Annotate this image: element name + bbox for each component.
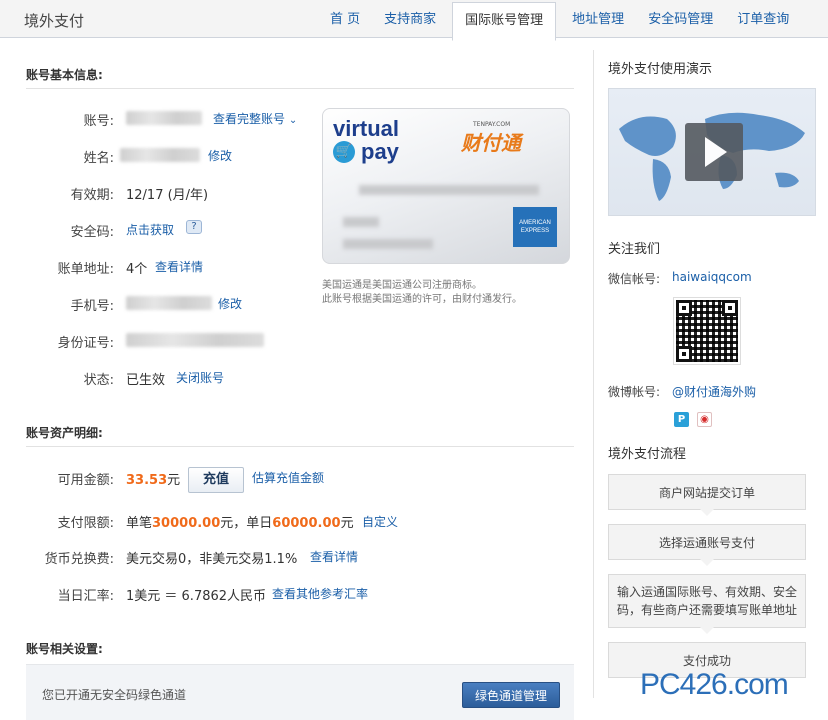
flow-title: 境外支付流程: [608, 447, 687, 462]
green-channel-button[interactable]: 绿色通道管理: [462, 682, 561, 708]
weibo-account-link[interactable]: @财付通海外购: [672, 383, 756, 400]
view-full-account-link[interactable]: 查看完整账号 ⌄: [213, 110, 297, 127]
limit-label: 支付限额:: [57, 516, 114, 531]
flow-step-4-text: 支付成功: [682, 654, 731, 668]
recharge-button[interactable]: 充值: [188, 467, 245, 493]
flow-step-3-text: 输入运通国际账号、有效期、安全码，有些商户还需要填写账单地址: [616, 585, 797, 617]
flow-step-1-text: 商户网站提交订单: [658, 486, 755, 500]
qr-corner: [676, 300, 692, 316]
arrow-down-icon: [700, 509, 714, 516]
tab-merchants[interactable]: 支持商家: [372, 0, 448, 38]
divider: [26, 88, 574, 89]
close-account-link[interactable]: 关闭账号: [176, 369, 224, 386]
flow-step-1: 商户网站提交订单: [608, 474, 806, 516]
help-icon[interactable]: ?: [186, 220, 202, 234]
tencent-weibo-icon[interactable]: P: [674, 412, 689, 427]
limit-value: 单笔30000.00元，单日60000.00元: [126, 512, 354, 531]
other-rates-link[interactable]: 查看其他参考汇率: [272, 585, 368, 602]
edit-phone-link[interactable]: 修改: [218, 295, 242, 312]
qr-corner: [676, 346, 692, 362]
tab-orders[interactable]: 订单查询: [725, 0, 801, 38]
chevron-down-icon: ⌄: [288, 115, 298, 126]
amex-logo: AMERICAN EXPRESS: [513, 207, 557, 247]
fee-label: 货币兑换费:: [44, 552, 114, 567]
name-value: [120, 147, 200, 162]
card-note-1: 美国运通是美国运通公司注册商标。: [322, 280, 482, 291]
security-code-label: 安全码:: [70, 225, 114, 240]
follow-title: 关注我们: [608, 242, 661, 257]
billing-address-label: 账单地址:: [57, 262, 114, 277]
arrow-down-icon: [700, 559, 714, 566]
fee-value: 美元交易0，非美元交易1.1%: [126, 552, 298, 567]
brand-title: 境外支付: [24, 12, 85, 30]
id-number-label: 身份证号:: [57, 336, 114, 351]
tab-home[interactable]: 首 页: [318, 0, 372, 38]
balance-amount: 33.53: [126, 473, 168, 488]
custom-limit-link[interactable]: 自定义: [362, 513, 398, 530]
estimate-recharge-link[interactable]: 估算充值金额: [252, 469, 324, 486]
balance-label: 可用金额:: [57, 473, 114, 488]
demo-video[interactable]: [608, 88, 816, 216]
id-number-value: [126, 332, 264, 347]
fee-detail-link[interactable]: 查看详情: [310, 548, 358, 565]
virtual-card-image: virtual 🛒 pay TENPAY.COM 财付通 AMERICAN EX…: [322, 108, 570, 264]
assets-title: 账号资产明细:: [26, 426, 103, 440]
tenpay-logo-text: 财付通: [461, 131, 521, 155]
rate-label: 当日汇率:: [57, 589, 114, 604]
balance-value: 33.53元: [126, 469, 180, 488]
qr-corner: [722, 300, 738, 316]
qr-code-image: [673, 297, 741, 365]
card-virtual-text: virtual: [333, 116, 400, 141]
limit-daily-amount: 60000.00: [272, 516, 341, 531]
wechat-label: 微信帐号:: [608, 272, 661, 286]
card-note-2: 此账号根据美国运通的许可，由财付通发行。: [322, 294, 522, 305]
status-value: 已生效: [126, 373, 166, 388]
expiry-value: 12/17 (月/年): [126, 188, 209, 203]
expiry-label: 有效期:: [70, 188, 114, 203]
demo-title: 境外支付使用演示: [608, 62, 713, 77]
basic-info-title: 账号基本信息:: [26, 68, 103, 82]
weibo-label: 微博帐号:: [608, 385, 661, 399]
billing-address-count: 4个: [126, 262, 148, 277]
main-nav: 首 页 支持商家 国际账号管理 地址管理 安全码管理 订单查询: [318, 0, 801, 41]
play-button[interactable]: [685, 123, 743, 181]
phone-label: 手机号:: [70, 299, 114, 314]
flow-step-3: 输入运通国际账号、有效期、安全码，有些商户还需要填写账单地址: [608, 574, 806, 634]
green-channel-text: 您已开通无安全码绿色通道: [42, 688, 187, 702]
flow-step-2: 选择运通账号支付: [608, 524, 806, 566]
limit-daily-suffix: 元: [340, 516, 354, 531]
card-holder-blur: [343, 239, 433, 249]
view-full-account-text: 查看完整账号: [213, 112, 286, 126]
name-label: 姓名:: [83, 151, 114, 166]
settings-title: 账号相关设置:: [26, 642, 103, 656]
play-icon: [705, 137, 727, 167]
sina-weibo-icon[interactable]: ◉: [697, 412, 712, 427]
cart-icon: 🛒: [333, 141, 355, 163]
get-code-link[interactable]: 点击获取: [126, 221, 174, 238]
status-label: 状态:: [83, 373, 114, 388]
rate-value: 1美元 ＝ 6.7862人民币: [126, 589, 267, 604]
account-value: [126, 110, 202, 125]
card-number-blur: [359, 185, 539, 195]
phone-value: [126, 295, 212, 310]
card-expiry-blur: [343, 217, 379, 227]
limit-single-prefix: 单笔: [126, 516, 153, 531]
edit-name-link[interactable]: 修改: [208, 147, 232, 164]
arrow-down-icon: [700, 627, 714, 634]
divider: [26, 446, 574, 447]
limit-single-amount: 30000.00: [152, 516, 221, 531]
tab-account-management[interactable]: 国际账号管理: [452, 2, 557, 41]
flow-step-2-text: 选择运通账号支付: [658, 536, 755, 550]
watermark-logo: PC426.com: [640, 668, 789, 701]
tab-security-code[interactable]: 安全码管理: [636, 0, 725, 38]
balance-unit: 元: [167, 473, 181, 488]
card-pay-text: pay: [361, 139, 399, 164]
account-label: 账号:: [83, 114, 114, 129]
limit-single-suffix: 元，单日: [220, 516, 273, 531]
wechat-account-link[interactable]: haiwaiqqcom: [672, 270, 752, 284]
view-address-link[interactable]: 查看详情: [155, 258, 203, 275]
tab-address[interactable]: 地址管理: [560, 0, 636, 38]
sidebar-divider: [593, 50, 594, 698]
